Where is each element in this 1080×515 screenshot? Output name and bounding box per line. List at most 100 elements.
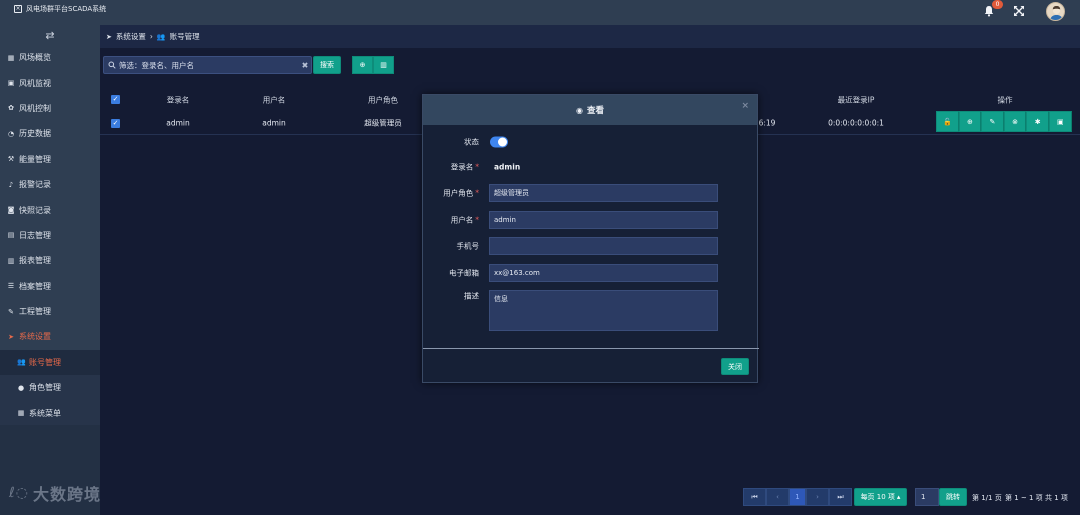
description-field[interactable]: 信息 bbox=[489, 290, 718, 331]
email-row: 电子邮箱 bbox=[423, 264, 759, 282]
range-info: 第 1 ~ 1 项 bbox=[1005, 494, 1043, 502]
trash-icon: ▥ bbox=[380, 61, 387, 69]
breadcrumb-parent[interactable]: 系统设置 bbox=[116, 31, 146, 42]
jump-page-input[interactable] bbox=[915, 488, 939, 506]
reset-password-button[interactable]: ✱ bbox=[1026, 111, 1049, 132]
unlock-button[interactable]: 🔓 bbox=[936, 111, 959, 132]
role-label: 用户角色 * bbox=[443, 188, 479, 199]
cell-role: 超级管理员 bbox=[364, 118, 402, 127]
sidebar-subitem-menu[interactable]: ▦ 系统菜单 bbox=[0, 400, 100, 425]
sidebar-item-monitor[interactable]: ▣ 风机监视 bbox=[0, 70, 100, 95]
row-actions: 🔓 ⊕ ✎ ⊗ ✱ ▣ bbox=[936, 111, 1072, 132]
login-value: admin bbox=[494, 162, 521, 172]
sidebar-item-snapshots[interactable]: ◙ 快照记录 bbox=[0, 197, 100, 222]
required-mark: * bbox=[475, 188, 479, 198]
row-checkbox[interactable]: ✓ bbox=[111, 119, 120, 128]
close-button[interactable]: 关闭 bbox=[721, 358, 749, 375]
clear-search-icon[interactable]: ✖ bbox=[299, 61, 311, 70]
close-icon[interactable]: × bbox=[741, 101, 749, 111]
cell-login: admin bbox=[166, 118, 190, 127]
list-icon: ☰ bbox=[7, 282, 15, 291]
table-icon: ▥ bbox=[7, 256, 15, 265]
fullscreen-icon[interactable] bbox=[1013, 5, 1025, 17]
view-modal: ◉ 查看 × 状态 登录名* admin 用户角色* 用户名* 手机号 电子邮箱… bbox=[422, 94, 759, 383]
column-header: 登录名 bbox=[166, 95, 190, 104]
paper-plane-icon: ➤ bbox=[8, 332, 14, 341]
delete-button[interactable]: ▥ bbox=[373, 56, 394, 74]
sidebar-item-settings[interactable]: ➤ 系统设置 bbox=[0, 324, 100, 349]
sidebar-toggle-icon[interactable]: ⇄ bbox=[0, 25, 100, 45]
last-page-button[interactable]: ⏭ bbox=[829, 488, 852, 506]
sidebar-subitem-label: 角色管理 bbox=[29, 383, 61, 393]
bell-icon: ♪ bbox=[8, 180, 14, 189]
description-row: 描述 信息 bbox=[423, 290, 759, 331]
sidebar-item-archives[interactable]: ☰ 档案管理 bbox=[0, 274, 100, 299]
sidebar-item-label: 能量管理 bbox=[19, 154, 51, 164]
eye-icon: ◉ bbox=[576, 105, 583, 115]
prev-page-button[interactable]: ‹ bbox=[766, 488, 789, 506]
sidebar-item-alarms[interactable]: ♪ 报警记录 bbox=[0, 172, 100, 197]
sidebar-item-label: 报表管理 bbox=[19, 256, 51, 266]
column-header: 最近登录IP bbox=[837, 95, 875, 104]
sidebar-item-label: 工程管理 bbox=[19, 307, 51, 317]
modal-header: ◉ 查看 × bbox=[423, 95, 757, 125]
sidebar: ⇄ ▦ 风场概览 ▣ 风机监视 ✿ 风机控制 ◔ 历史数据 ⚒ 能量管理 ♪ 报警记录 ◙ 快… bbox=[0, 25, 100, 515]
sidebar-item-energy[interactable]: ⚒ 能量管理 bbox=[0, 147, 100, 172]
view-button[interactable]: ⊕ bbox=[958, 111, 982, 132]
sidebar-item-label: 系统设置 bbox=[19, 332, 51, 342]
role-row: 用户角色 * bbox=[423, 184, 759, 202]
image-button[interactable]: ▣ bbox=[1048, 111, 1072, 132]
phone-label: 手机号 bbox=[456, 241, 480, 251]
next-page-icon: › bbox=[816, 493, 819, 501]
add-button[interactable]: ⊕ bbox=[352, 56, 373, 74]
search-input[interactable] bbox=[119, 60, 296, 70]
user-avatar[interactable] bbox=[1046, 2, 1065, 21]
sidebar-item-label: 风机监视 bbox=[19, 78, 51, 88]
column-header: 用户角色 bbox=[368, 95, 398, 104]
next-page-button[interactable]: › bbox=[806, 488, 829, 506]
username-field[interactable] bbox=[489, 211, 718, 229]
app-title: × 风电场群平台SCADA系统 bbox=[14, 4, 106, 14]
sidebar-item-logs[interactable]: ▤ 日志管理 bbox=[0, 223, 100, 248]
sidebar-subitem-accounts[interactable]: 👥 账号管理 bbox=[0, 349, 100, 376]
watermark-logo-icon: ℓ◌ bbox=[9, 485, 29, 501]
wrench-cross-icon: ⚒ bbox=[7, 155, 15, 164]
phone-field[interactable] bbox=[489, 237, 718, 255]
users-icon: 👥 bbox=[156, 32, 166, 41]
image-icon: ▣ bbox=[1056, 117, 1064, 126]
page-number-button[interactable]: 1 bbox=[789, 488, 806, 506]
description-label: 描述 bbox=[464, 291, 479, 301]
pie-chart-icon: ◔ bbox=[7, 129, 15, 138]
select-all-checkbox[interactable]: ✓ bbox=[111, 95, 120, 104]
zoom-in-icon: ⊕ bbox=[966, 117, 973, 126]
role-field[interactable] bbox=[489, 184, 718, 202]
grid-icon: ▦ bbox=[7, 53, 15, 62]
app-logo-icon: × bbox=[14, 5, 22, 13]
sidebar-item-control[interactable]: ✿ 风机控制 bbox=[0, 96, 100, 121]
pagination: ⏮ ‹ 1 › ⏭ bbox=[743, 488, 852, 506]
status-row: 状态 bbox=[423, 133, 759, 151]
email-field[interactable] bbox=[489, 264, 718, 282]
page-size-label: 每页 10 项 bbox=[860, 493, 895, 501]
login-label-text: 登录名 bbox=[450, 162, 474, 172]
plus-circle-icon: ⊕ bbox=[359, 61, 366, 69]
close-circle-icon: ⊗ bbox=[1012, 117, 1019, 126]
jump-button[interactable]: 跳转 bbox=[939, 488, 967, 506]
avatar-icon bbox=[1050, 6, 1063, 20]
first-page-button[interactable]: ⏮ bbox=[743, 488, 766, 506]
paper-plane-icon: ➤ bbox=[106, 32, 112, 41]
search-button[interactable]: 搜索 bbox=[313, 56, 341, 74]
status-toggle[interactable] bbox=[490, 136, 508, 148]
sidebar-item-reports[interactable]: ▥ 报表管理 bbox=[0, 248, 100, 273]
phone-row: 手机号 bbox=[423, 237, 759, 255]
edit-button[interactable]: ✎ bbox=[981, 111, 1004, 132]
page-size-select[interactable]: 每页 10 项 ▴ bbox=[854, 488, 907, 506]
sidebar-item-history[interactable]: ◔ 历史数据 bbox=[0, 121, 100, 146]
sidebar-item-engineering[interactable]: ✎ 工程管理 bbox=[0, 299, 100, 324]
delete-row-button[interactable]: ⊗ bbox=[1003, 111, 1027, 132]
sidebar-item-overview[interactable]: ▦ 风场概览 bbox=[0, 45, 100, 70]
sidebar-subitem-roles[interactable]: ● 角色管理 bbox=[0, 375, 100, 400]
sidebar-item-label: 快照记录 bbox=[19, 205, 51, 215]
modal-divider bbox=[423, 348, 759, 349]
last-page-icon: ⏭ bbox=[837, 492, 844, 501]
